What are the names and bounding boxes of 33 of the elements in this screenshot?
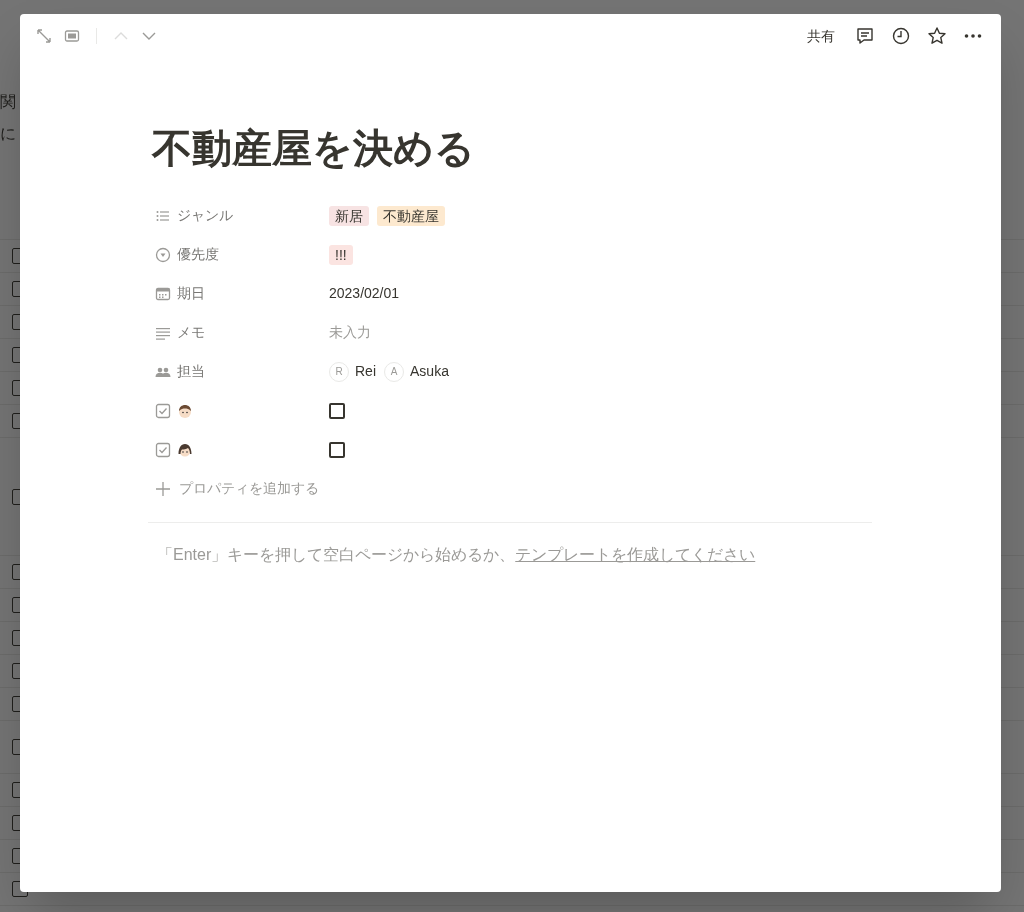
tag: 不動産屋 <box>377 205 445 226</box>
star-icon[interactable] <box>927 26 947 46</box>
property-label: 優先度 <box>177 245 219 264</box>
date-value: 2023/02/01 <box>329 284 400 303</box>
text-fragment: に <box>0 124 16 144</box>
clock-icon[interactable] <box>891 26 911 46</box>
property-label: ジャンル <box>177 206 233 225</box>
checkbox-icon <box>155 402 171 419</box>
page-title: 不動産屋を決める <box>152 125 476 172</box>
tag: !!! <box>329 244 353 265</box>
comment-icon[interactable] <box>855 26 875 46</box>
text-fragment: 関 <box>0 92 16 112</box>
property-label: 期日 <box>177 284 205 303</box>
expand-icon[interactable] <box>36 28 52 44</box>
plus-icon <box>155 480 171 497</box>
panel-icon[interactable] <box>64 28 80 44</box>
boy-icon <box>177 402 193 419</box>
tag: 新居 <box>329 205 369 226</box>
empty-value: 未入力 <box>329 323 371 342</box>
dropdown-circle-icon <box>155 246 171 263</box>
checkbox[interactable] <box>329 402 345 419</box>
calendar-icon <box>155 285 171 302</box>
add-property-button[interactable]: プロパティを追加する <box>148 469 319 508</box>
empty-page-hint: 「Enter」キーを押して空白ページから始めるか、テンプレートを作成してください <box>157 545 757 565</box>
person-name: Asuka <box>410 362 449 381</box>
checkbox[interactable] <box>329 441 345 458</box>
girl-icon <box>177 441 193 458</box>
property-label: メモ <box>177 323 205 342</box>
template-link[interactable]: テンプレートを作成してください <box>515 546 756 563</box>
checkbox-icon <box>155 441 171 458</box>
person-name: Rei <box>355 362 376 381</box>
share-button[interactable]: 共有 <box>807 25 835 47</box>
property-label: 担当 <box>177 362 205 381</box>
